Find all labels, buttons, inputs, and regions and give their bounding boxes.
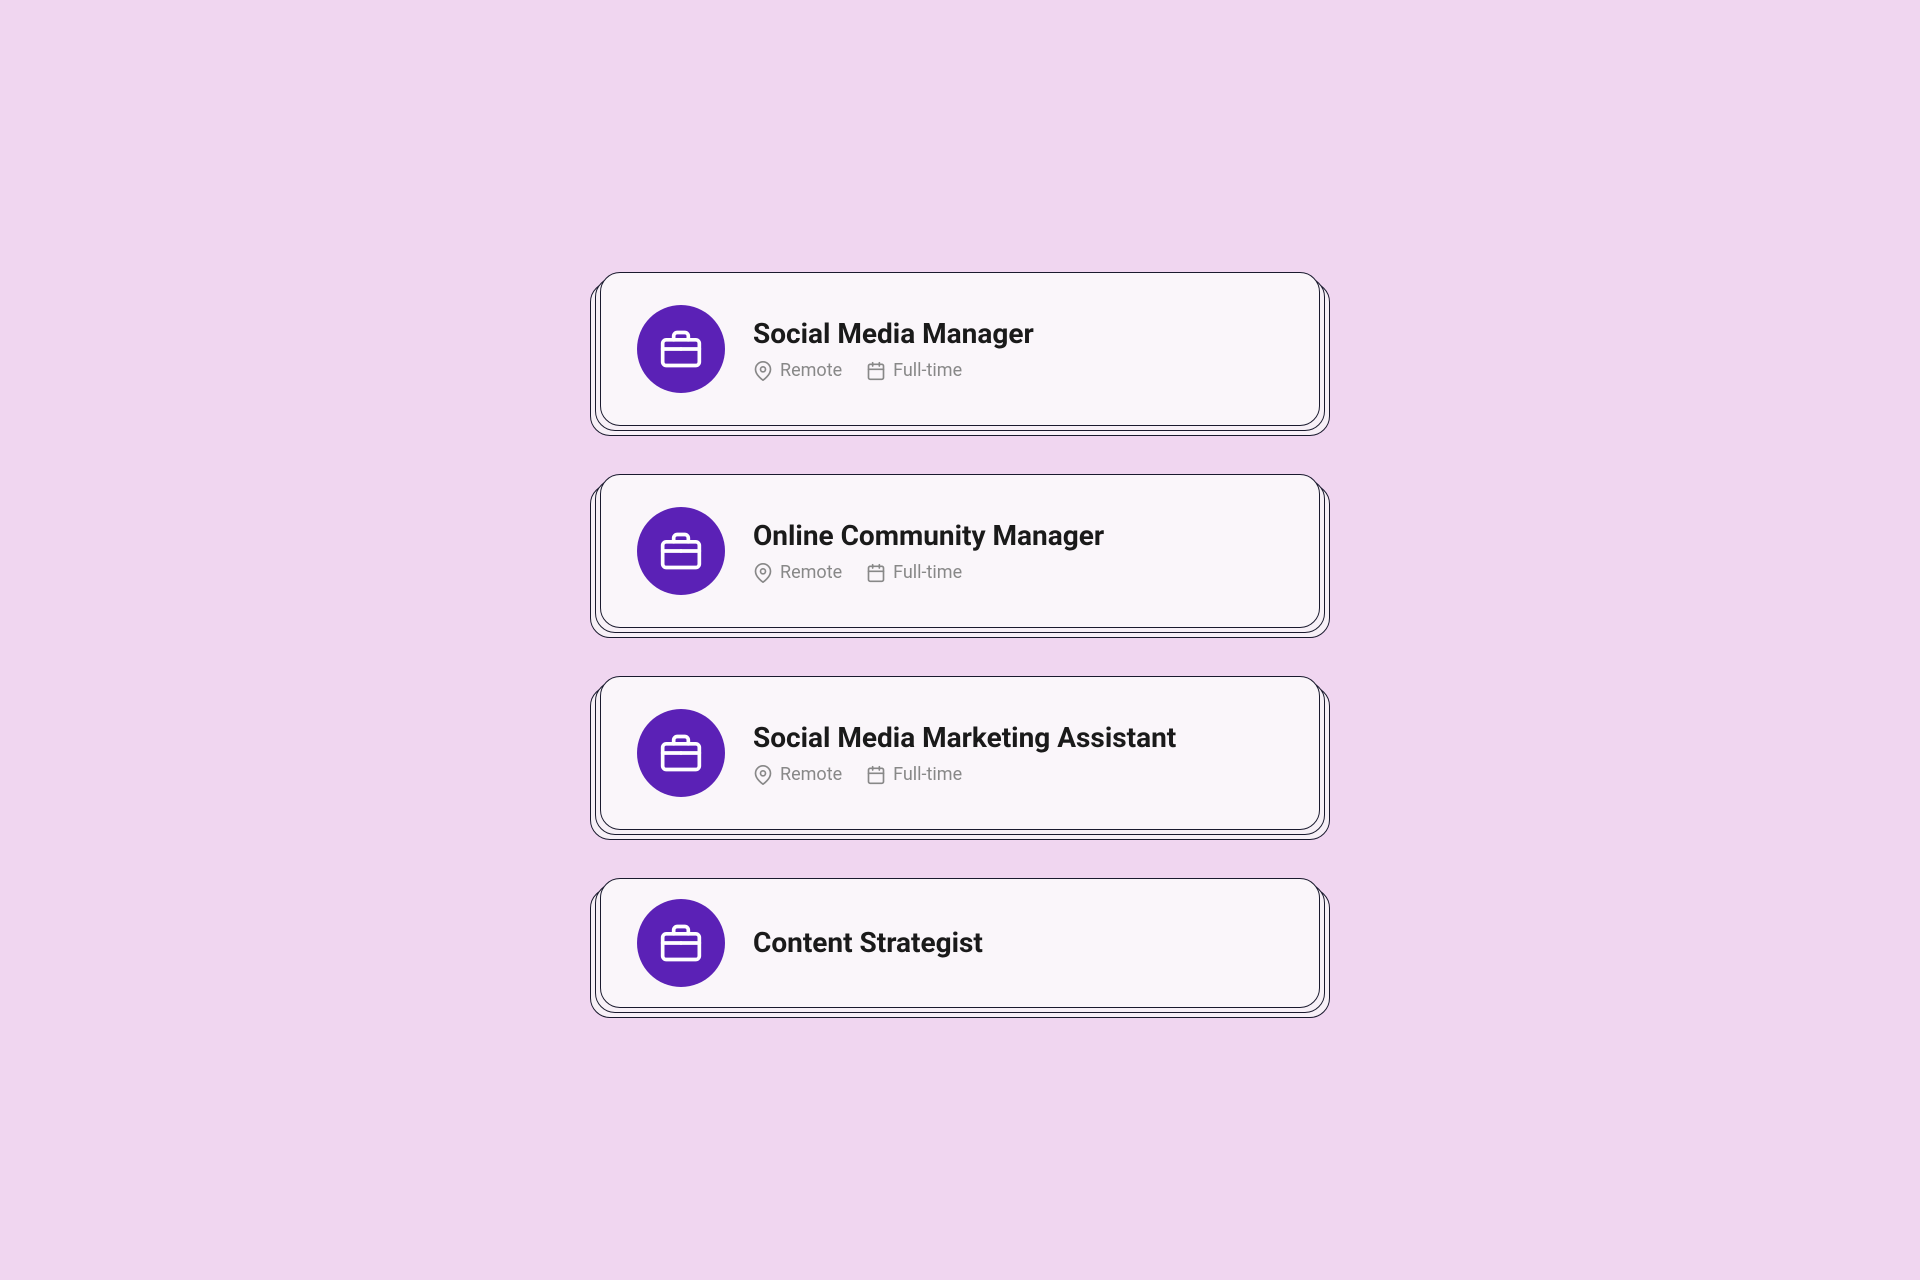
calendar-icon-3 xyxy=(866,765,886,785)
job-card-3[interactable]: Social Media Marketing Assistant Remote xyxy=(600,676,1320,830)
job-title-4: Content Strategist xyxy=(753,926,983,960)
job-card-stack-3[interactable]: Social Media Marketing Assistant Remote xyxy=(600,676,1320,830)
job-location-3: Remote xyxy=(753,764,842,785)
job-icon-circle-4 xyxy=(637,899,725,987)
briefcase-icon-2 xyxy=(659,529,703,573)
job-meta-3: Remote Full-time xyxy=(753,764,1176,785)
location-icon-3 xyxy=(753,765,773,785)
job-card-1[interactable]: Social Media Manager Remote xyxy=(600,272,1320,426)
job-icon-circle-3 xyxy=(637,709,725,797)
briefcase-icon-1 xyxy=(659,327,703,371)
location-icon-2 xyxy=(753,563,773,583)
calendar-icon-2 xyxy=(866,563,886,583)
location-icon-1 xyxy=(753,361,773,381)
briefcase-icon-4 xyxy=(659,921,703,965)
job-info-2: Online Community Manager Remote xyxy=(753,519,1104,584)
job-card-stack-4[interactable]: Content Strategist xyxy=(600,878,1320,1008)
job-info-3: Social Media Marketing Assistant Remote xyxy=(753,721,1176,786)
job-icon-circle-2 xyxy=(637,507,725,595)
job-icon-circle-1 xyxy=(637,305,725,393)
job-location-2: Remote xyxy=(753,562,842,583)
job-meta-1: Remote Full-time xyxy=(753,360,1034,381)
job-type-2: Full-time xyxy=(866,562,962,583)
job-type-1: Full-time xyxy=(866,360,962,381)
job-type-3: Full-time xyxy=(866,764,962,785)
job-card-4[interactable]: Content Strategist xyxy=(600,878,1320,1008)
briefcase-icon-3 xyxy=(659,731,703,775)
calendar-icon-1 xyxy=(866,361,886,381)
job-info-4: Content Strategist xyxy=(753,926,983,960)
job-location-1: Remote xyxy=(753,360,842,381)
job-title-3: Social Media Marketing Assistant xyxy=(753,721,1176,755)
job-card-stack-1[interactable]: Social Media Manager Remote xyxy=(600,272,1320,426)
job-card-2[interactable]: Online Community Manager Remote xyxy=(600,474,1320,628)
job-title-2: Online Community Manager xyxy=(753,519,1104,553)
job-meta-2: Remote Full-time xyxy=(753,562,1104,583)
job-title-1: Social Media Manager xyxy=(753,317,1034,351)
job-info-1: Social Media Manager Remote xyxy=(753,317,1034,382)
job-list: Social Media Manager Remote xyxy=(600,232,1320,1048)
job-card-stack-2[interactable]: Online Community Manager Remote xyxy=(600,474,1320,628)
